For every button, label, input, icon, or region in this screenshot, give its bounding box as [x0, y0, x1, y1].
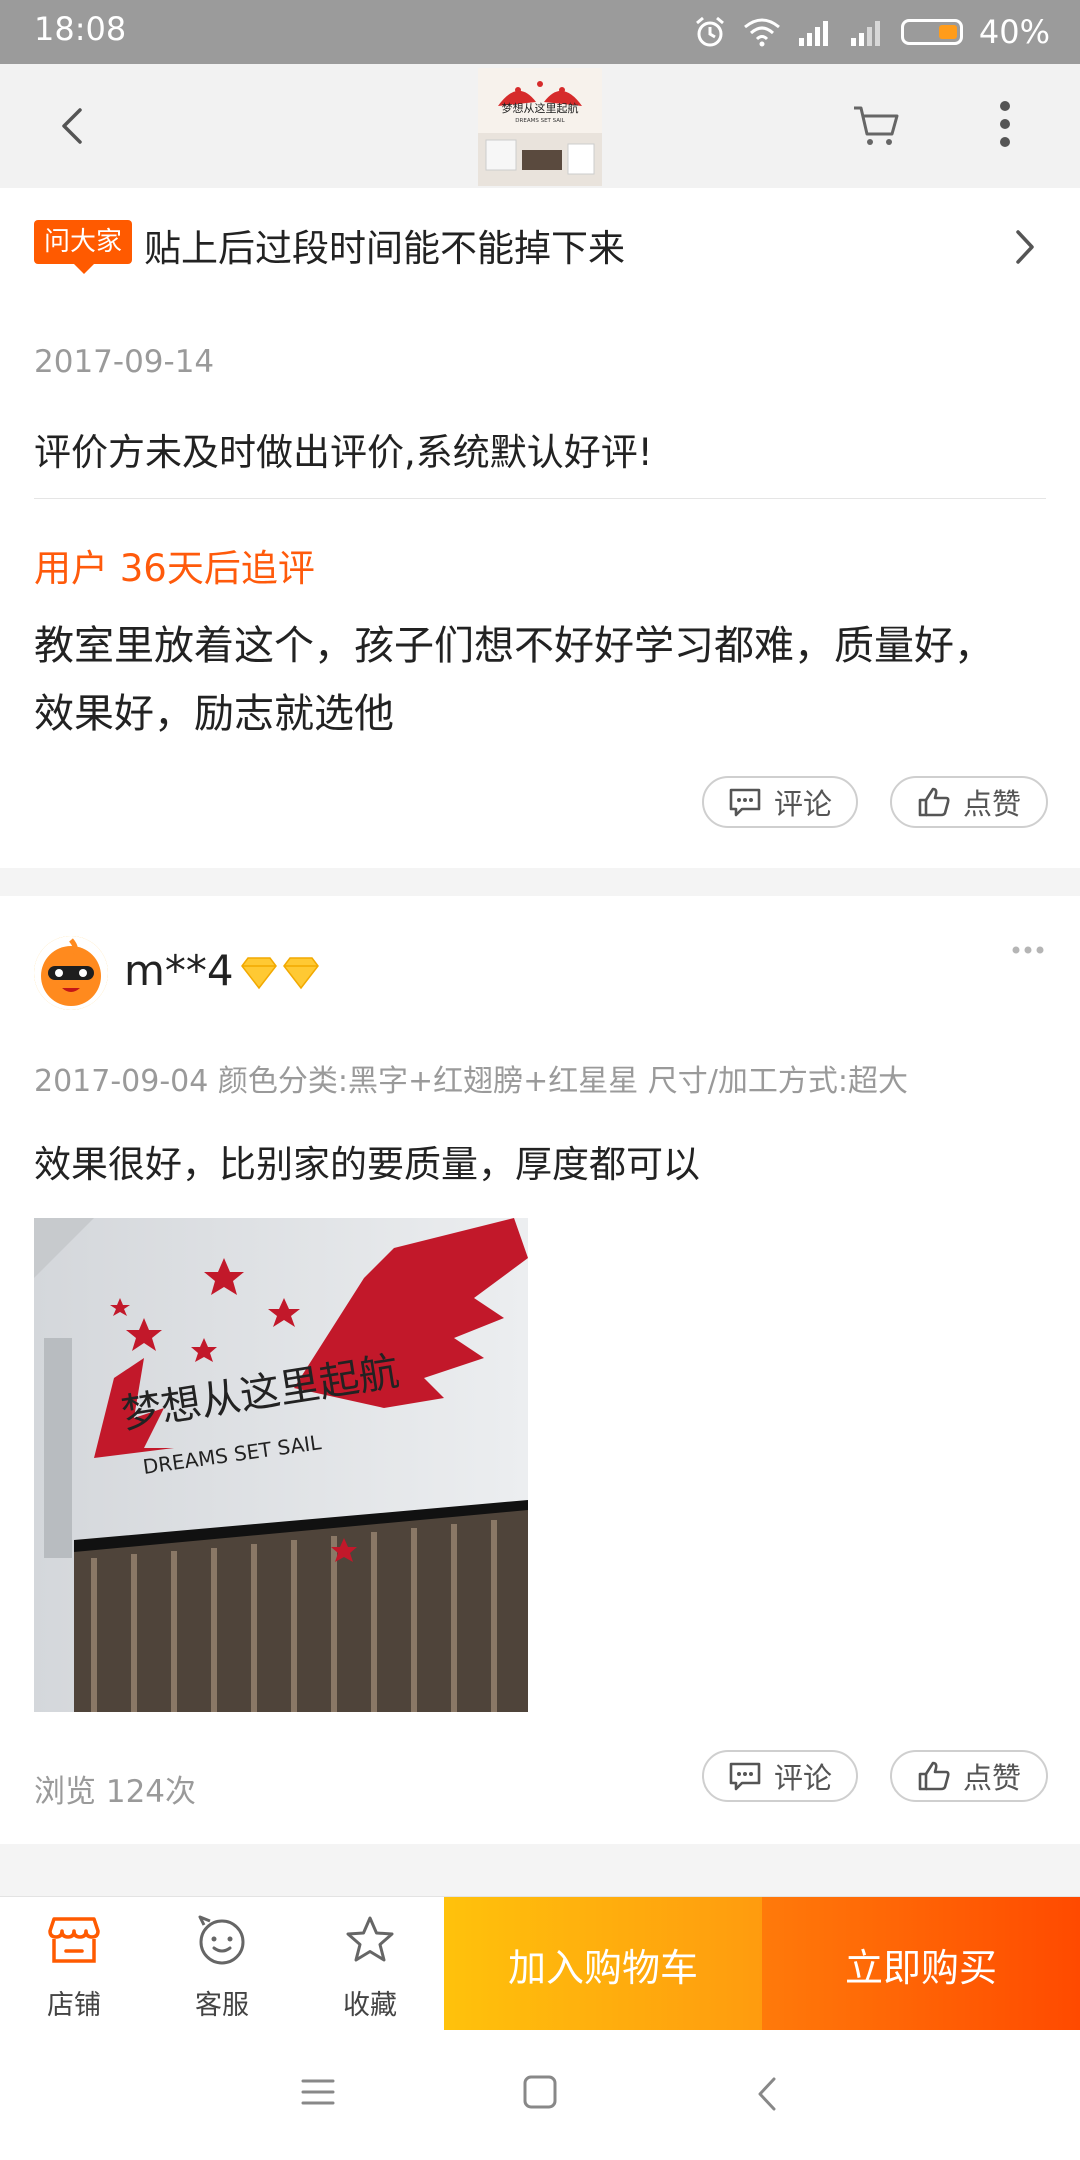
like-label: 点赞 [962, 787, 1021, 821]
screen: 18:08 40% 梦想从这里起航 DREAMS SET SAIL 问大家 贴上… [0, 0, 1080, 2160]
ask-question: 贴上后过段时间能不能掉下来 [144, 227, 625, 270]
wifi-icon [743, 18, 780, 47]
avatar-character-icon [34, 936, 108, 1010]
bottom-action-bar: 店铺 客服 收藏 加入购物车 立即购买 [0, 1896, 1080, 2031]
more-options-icon[interactable] [990, 94, 1020, 154]
like-button[interactable]: 点赞 [890, 1750, 1048, 1802]
alarm-icon [695, 16, 724, 47]
product-thumbnail[interactable]: 梦想从这里起航 DREAMS SET SAIL [478, 68, 602, 186]
view-count: 浏览 124次 [34, 1774, 197, 1810]
thumbs-up-icon [918, 787, 950, 817]
chevron-right-icon [1016, 230, 1034, 264]
comment-label: 评论 [773, 787, 832, 821]
comment-button[interactable]: 评论 [702, 776, 858, 828]
comment-button[interactable]: 评论 [702, 1750, 858, 1802]
review-card-2: m**4 2017-09-04 颜色分类:黑字+红翅膀+红星星 尺寸/加工方式:… [0, 896, 1080, 1844]
comment-icon [729, 1762, 761, 1791]
top-nav: 梦想从这里起航 DREAMS SET SAIL [0, 64, 1080, 188]
store-button[interactable]: 店铺 [0, 1897, 148, 2031]
review-text: 效果很好，比别家的要质量，厚度都可以 [34, 1143, 700, 1186]
menu-icon[interactable] [300, 2075, 336, 2109]
review-meta: 2017-09-04 颜色分类:黑字+红翅膀+红星星 尺寸/加工方式:超大 [34, 1064, 909, 1099]
system-nav-bar [0, 2030, 1080, 2160]
favorite-label: 收藏 [343, 1990, 397, 2021]
status-time: 18:08 [34, 10, 127, 48]
back-icon[interactable] [50, 100, 96, 152]
review-photo[interactable]: 梦想从这里起航 DREAMS SET SAIL [34, 1218, 528, 1712]
signal-icon-1 [798, 21, 828, 46]
comment-label: 评论 [773, 1761, 832, 1795]
battery-percent: 40% [978, 13, 1050, 51]
thumb-title: 梦想从这里起航 [502, 101, 579, 115]
thumb-subtitle: DREAMS SET SAIL [515, 118, 565, 124]
comment-icon [729, 788, 761, 817]
like-label: 点赞 [962, 1761, 1021, 1795]
username[interactable]: m**4 [124, 946, 234, 995]
review-text: 评价方未及时做出评价,系统默认好评! [34, 431, 653, 474]
more-icon[interactable] [1008, 940, 1048, 960]
customer-service-label: 客服 [195, 1990, 249, 2021]
ask-everyone-bar[interactable]: 问大家 贴上后过段时间能不能掉下来 [0, 188, 1080, 307]
review-photo-art: 梦想从这里起航 DREAMS SET SAIL [34, 1218, 528, 1712]
status-icons: 40% [693, 10, 1050, 54]
followup-text: 教室里放着这个，孩子们想不好好学习都难，质量好，效果好，励志就选他 [34, 623, 994, 737]
favorite-button[interactable]: 收藏 [296, 1897, 444, 2031]
store-label: 店铺 [47, 1990, 101, 2021]
customer-service-button[interactable]: 客服 [148, 1897, 296, 2031]
review-date: 2017-09-14 [34, 344, 215, 380]
like-button[interactable]: 点赞 [890, 776, 1048, 828]
followup-title: 用户 36天后追评 [34, 547, 315, 590]
thumbs-up-icon [918, 1761, 950, 1791]
back-nav-icon[interactable] [752, 2075, 782, 2113]
cart-icon[interactable] [850, 100, 902, 150]
avatar[interactable] [34, 936, 108, 1010]
store-icon [48, 1917, 100, 1963]
star-icon [346, 1916, 394, 1962]
status-bar: 18:08 40% [0, 0, 1080, 64]
home-icon[interactable] [522, 2075, 558, 2109]
signal-icon-2 [850, 21, 880, 46]
buy-now-button[interactable]: 立即购买 [762, 1897, 1080, 2031]
review-card-1: 2017-09-14 评价方未及时做出评价,系统默认好评! 用户 36天后追评 … [0, 306, 1080, 868]
ask-badge: 问大家 [34, 220, 133, 274]
add-to-cart-button[interactable]: 加入购物车 [444, 1897, 762, 2031]
divider [34, 498, 1046, 499]
member-level-diamonds-icon [241, 957, 319, 990]
product-thumbnail-art: 梦想从这里起航 DREAMS SET SAIL [485, 81, 595, 175]
battery-icon [900, 19, 963, 45]
customer-service-icon [198, 1915, 245, 1965]
